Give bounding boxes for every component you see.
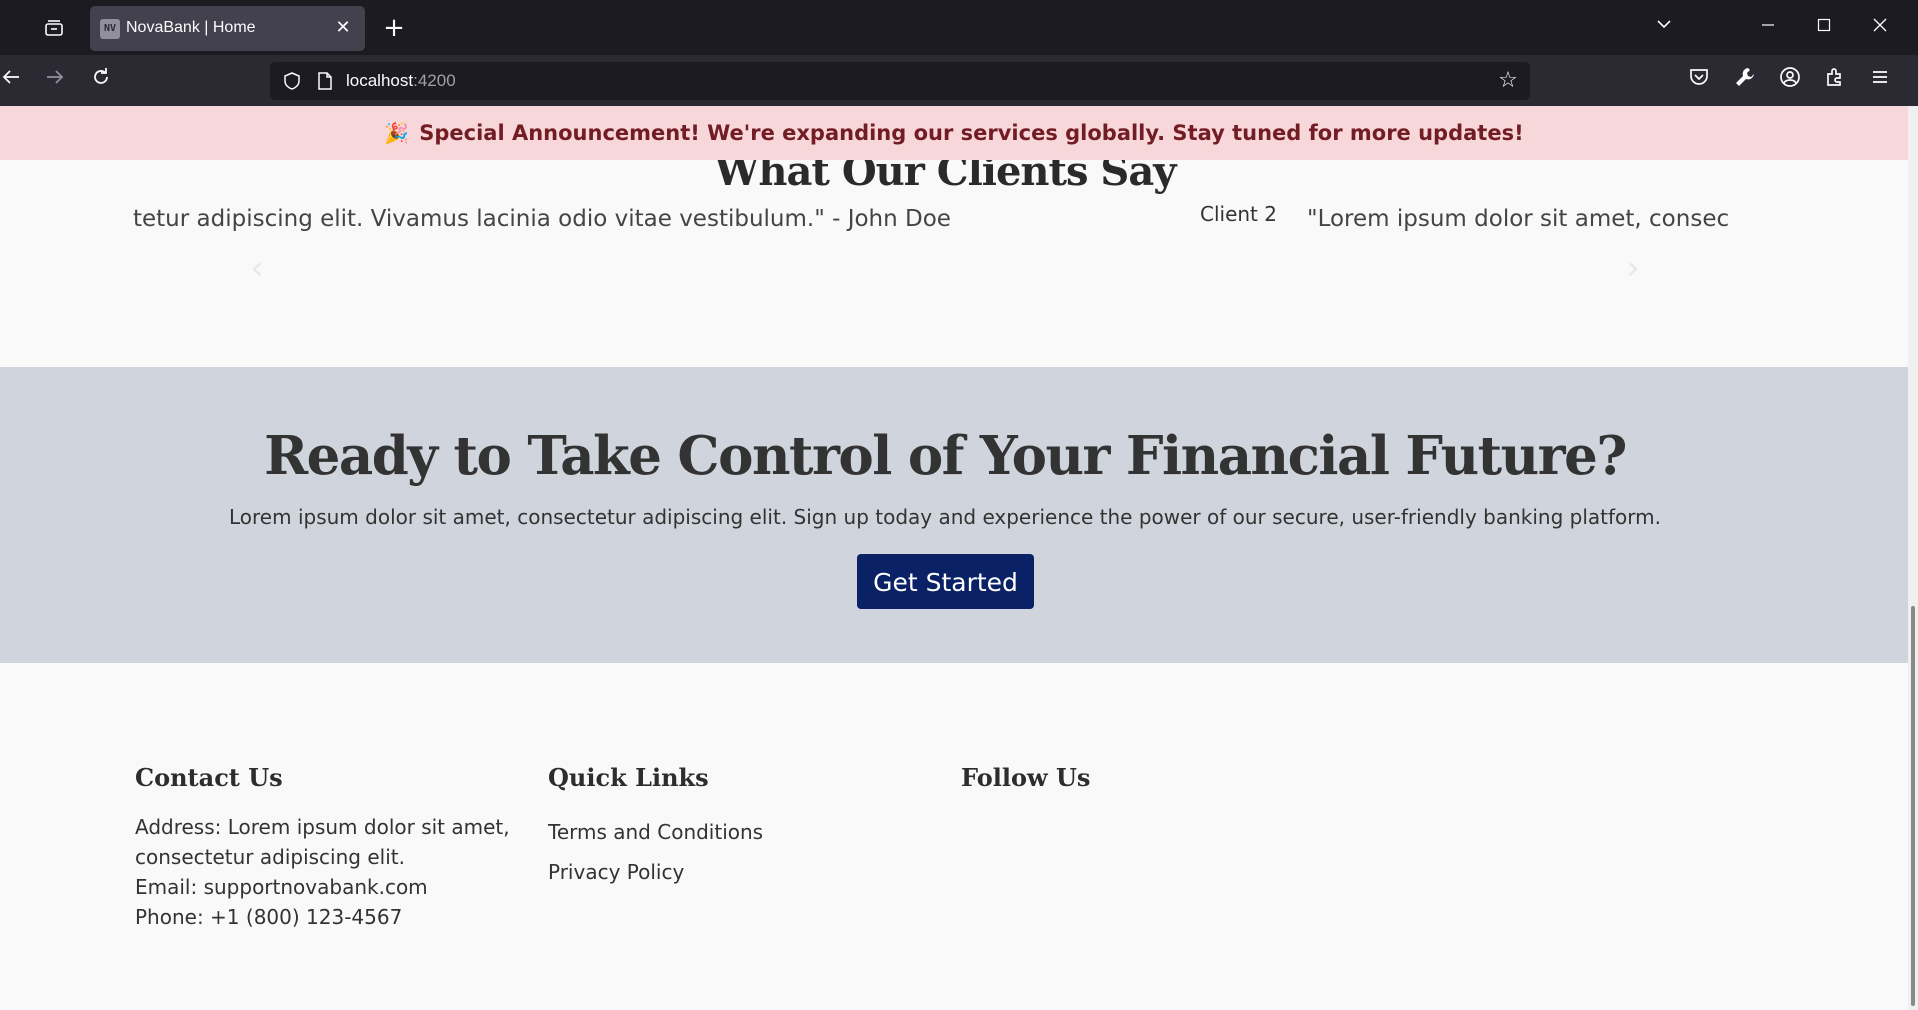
forward-icon[interactable] <box>40 66 70 96</box>
wrench-icon[interactable] <box>1730 66 1760 96</box>
footer: Contact Us Address: Lorem ipsum dolor si… <box>0 663 1908 1010</box>
quick-links-heading: Quick Links <box>548 763 709 792</box>
maximize-icon[interactable] <box>1808 12 1840 44</box>
close-tab-icon[interactable]: ✕ <box>331 16 355 40</box>
app-menu-icon[interactable] <box>1865 66 1895 96</box>
party-popper-icon: 🎉 <box>384 121 410 145</box>
new-tab-icon[interactable]: + <box>380 14 408 42</box>
browser-tab-bar: NV NovaBank | Home ✕ + <box>0 0 1918 55</box>
cta-text: Lorem ipsum dolor sit amet, consectetur … <box>229 505 1661 529</box>
cta-section: Ready to Take Control of Your Financial … <box>0 367 1908 663</box>
url-port: :4200 <box>413 71 456 90</box>
tab-list-icon[interactable] <box>42 16 68 40</box>
client-label: Client 2 <box>1200 202 1277 226</box>
carousel-prev-icon[interactable]: ‹ <box>242 248 272 288</box>
contact-email: Email: supportnovabank.com <box>135 875 428 899</box>
contact-address-line-2: consectetur adipiscing elit. <box>135 845 405 869</box>
footer-contact-column: Contact Us Address: Lorem ipsum dolor si… <box>135 763 510 932</box>
get-started-button[interactable]: Get Started <box>857 554 1034 609</box>
tab-overflow-chevron-icon[interactable] <box>1648 12 1680 44</box>
scrollbar-thumb[interactable] <box>1911 606 1915 1006</box>
testimonial-quote-next: "Lorem ipsum dolor sit amet, consec <box>1307 206 1730 232</box>
cta-heading: Ready to Take Control of Your Financial … <box>264 425 1627 487</box>
testimonial-quote-current: tetur adipiscing elit. Vivamus lacinia o… <box>133 206 951 232</box>
announcement-banner: 🎉 Special Announcement! We're expanding … <box>0 106 1908 160</box>
contact-heading: Contact Us <box>135 763 283 792</box>
back-icon[interactable] <box>0 66 26 96</box>
follow-heading: Follow Us <box>961 763 1091 792</box>
bookmark-star-icon[interactable]: ☆ <box>1496 69 1520 93</box>
testimonials-section: What Our Clients Say tetur adipiscing el… <box>0 148 1908 367</box>
testimonial-carousel: tetur adipiscing elit. Vivamus lacinia o… <box>133 200 1757 250</box>
close-window-icon[interactable] <box>1864 12 1896 44</box>
url-host: localhost <box>346 71 414 90</box>
footer-quick-links-column: Quick Links Terms and Conditions Privacy… <box>548 763 763 892</box>
url-text[interactable]: localhost:4200 <box>346 71 456 91</box>
reload-icon[interactable] <box>86 66 116 96</box>
minimize-icon[interactable] <box>1752 12 1784 44</box>
tab-title: NovaBank | Home <box>126 19 256 36</box>
contact-phone: Phone: +1 (800) 123-4567 <box>135 905 403 929</box>
address-bar[interactable]: localhost:4200 ☆ <box>270 62 1530 100</box>
announcement-text: Special Announcement! We're expanding ou… <box>419 121 1524 145</box>
pocket-icon[interactable] <box>1684 66 1714 96</box>
favicon-icon: NV <box>100 19 120 39</box>
page-info-icon[interactable] <box>316 71 334 91</box>
privacy-link[interactable]: Privacy Policy <box>548 852 763 892</box>
terms-link[interactable]: Terms and Conditions <box>548 812 763 852</box>
page-scrollbar[interactable] <box>1908 106 1918 1010</box>
browser-tab[interactable]: NV NovaBank | Home ✕ <box>90 6 365 51</box>
contact-address-line-1: Address: Lorem ipsum dolor sit amet, <box>135 815 510 839</box>
browser-nav-bar: localhost:4200 ☆ <box>0 55 1918 106</box>
account-icon[interactable] <box>1775 66 1805 96</box>
page-viewport: 🎉 Special Announcement! We're expanding … <box>0 106 1908 1010</box>
extensions-icon[interactable] <box>1820 66 1850 96</box>
tracking-protection-shield-icon[interactable] <box>282 71 302 91</box>
footer-follow-column: Follow Us <box>961 763 1090 812</box>
carousel-next-icon[interactable]: › <box>1618 248 1648 288</box>
